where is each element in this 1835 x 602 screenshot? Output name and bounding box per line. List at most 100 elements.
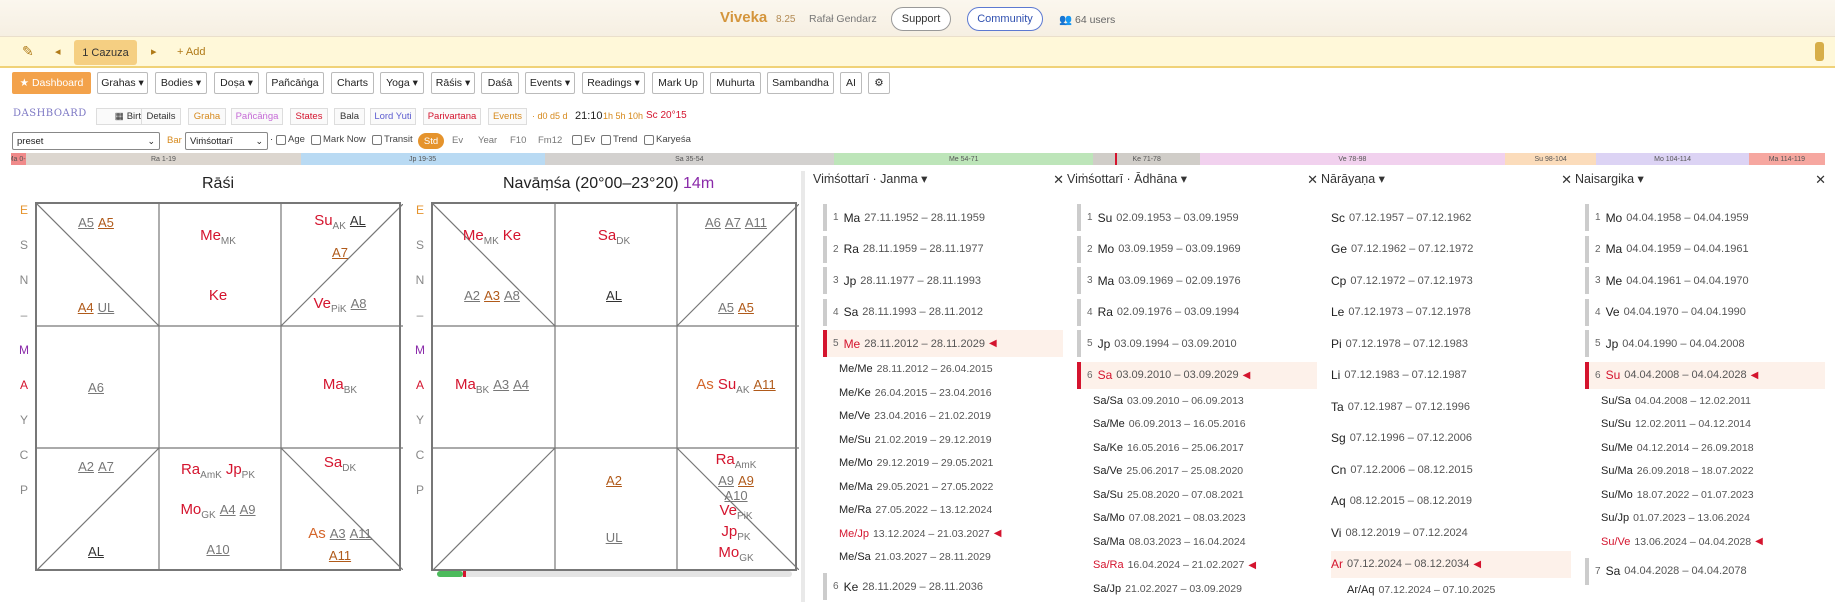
arudha-label[interactable]: A7 bbox=[98, 459, 114, 474]
dasha-column-title[interactable]: Viṁśottarī · Ādhāna ▾ bbox=[1067, 171, 1187, 186]
transit-checkbox[interactable]: Transit bbox=[372, 134, 413, 145]
timeline-segment[interactable]: Ma 0-1 bbox=[11, 153, 27, 165]
arudha-label[interactable]: AL bbox=[350, 213, 366, 228]
planet-label[interactable]: MaBK bbox=[455, 376, 489, 396]
chart-house[interactable] bbox=[433, 448, 555, 570]
events-menu[interactable]: Events ▾ bbox=[525, 72, 575, 94]
timeline-segment[interactable]: Mo 104-114 bbox=[1596, 153, 1749, 165]
arudha-label[interactable]: A11 bbox=[745, 215, 767, 230]
antardasha-row[interactable]: Su/Me 04.12.2014 – 26.09.2018 bbox=[1601, 436, 1754, 459]
planet-label[interactable]: JpPK bbox=[721, 523, 750, 543]
arudha-label[interactable]: A9 bbox=[718, 473, 734, 488]
antardasha-row[interactable]: Me/Ke 26.04.2015 – 23.04.2016 bbox=[839, 381, 992, 404]
planet-label[interactable]: MaBK bbox=[323, 376, 357, 396]
planet-label[interactable]: MeMK bbox=[200, 227, 236, 247]
trend-checkbox[interactable]: Trend bbox=[601, 134, 637, 145]
antardasha-row[interactable]: Me/Ma 29.05.2021 – 27.05.2022 bbox=[839, 475, 993, 498]
navamsa-chart[interactable]: MeMK Ke A2 A3 A8 SaDK AL A6 A7 A11 A5 A5 MaBK A3 A4 As S… bbox=[431, 202, 799, 571]
dasha-column-title[interactable]: Viṁśottarī · Janma ▾ bbox=[813, 171, 927, 186]
arudha-label[interactable]: A4 bbox=[513, 377, 529, 392]
tab-details[interactable]: Details bbox=[141, 108, 181, 125]
close-icon[interactable]: ✕ bbox=[1307, 172, 1318, 188]
dasha-row[interactable]: 4 Ve 04.04.1970 – 04.04.1990 bbox=[1585, 298, 1825, 326]
chart-house[interactable]: As SuAK A11 bbox=[677, 326, 799, 448]
hour-offset-links[interactable]: 1h 5h 10h bbox=[603, 111, 643, 121]
dasha-row[interactable]: Pi 07.12.1978 – 07.12.1983 bbox=[1331, 330, 1571, 357]
antardasha-row[interactable]: Sa/Ve 25.06.2017 – 25.08.2020 bbox=[1093, 460, 1243, 483]
dasha-timeline[interactable]: Ma 0-1Ra 1-19Jp 19-35Sa 35-54Me 54-71Ke … bbox=[11, 153, 1825, 165]
readings-menu[interactable]: Readings ▾ bbox=[582, 72, 645, 94]
dasha-row[interactable]: Ta 07.12.1987 – 07.12.1996 bbox=[1331, 393, 1571, 420]
arudha-label[interactable]: A3 bbox=[484, 288, 500, 303]
dasha-row[interactable]: Le 07.12.1973 – 07.12.1978 bbox=[1331, 299, 1571, 326]
antardasha-row[interactable]: Sa/Ma 08.03.2023 – 16.04.2024 bbox=[1093, 530, 1246, 553]
dasha-row[interactable]: 4 Ra 02.09.1976 – 03.09.1994 bbox=[1077, 298, 1317, 326]
case-tab[interactable]: 1 Cazuza bbox=[74, 40, 137, 65]
arudha-label[interactable]: AL bbox=[88, 544, 104, 559]
dasha-row[interactable]: 2 Mo 03.09.1959 – 03.09.1969 bbox=[1077, 235, 1317, 263]
antardasha-row[interactable]: Ar/Aq 07.12.2024 – 07.10.2025 bbox=[1347, 578, 1495, 601]
chart-house[interactable]: SuAK AL A7 VePiK A8 bbox=[281, 204, 403, 326]
dasha-row[interactable]: 5 Jp 04.04.1990 – 04.04.2008 bbox=[1585, 330, 1825, 357]
arudha-label[interactable]: AL bbox=[606, 288, 622, 303]
chart-house[interactable]: A6 A7 A11 A5 A5 bbox=[677, 204, 799, 326]
ev-checkbox[interactable]: Ev bbox=[572, 134, 595, 145]
antardasha-row[interactable]: Me/Jp 13.12.2024 – 21.03.2027 ◀ bbox=[839, 522, 1001, 545]
arudha-label[interactable]: A11 bbox=[350, 526, 372, 541]
arudha-label[interactable]: A9 bbox=[240, 502, 256, 517]
close-icon[interactable]: ✕ bbox=[1561, 172, 1572, 188]
antardasha-row[interactable]: Me/Ra 27.05.2022 – 13.12.2024 bbox=[839, 499, 992, 522]
close-icon[interactable]: ✕ bbox=[1815, 172, 1826, 188]
yoga-menu[interactable]: Yoga ▾ bbox=[380, 72, 424, 94]
f10-toggle[interactable]: F10 bbox=[510, 135, 526, 146]
rasi-chart[interactable]: A5 A5 A4 UL MeMK Ke SuAK AL A7 VePiK A8 A6 MaBK A2 A7 A… bbox=[35, 202, 403, 571]
antardasha-row[interactable]: Su/Su 12.02.2011 – 04.12.2014 bbox=[1601, 413, 1751, 436]
chart-house[interactable]: SaDK AL bbox=[555, 204, 677, 326]
dasha-row[interactable]: 6 Sa 03.09.2010 – 03.09.2029 ◀ bbox=[1077, 361, 1317, 389]
tab-graha[interactable]: Graha bbox=[188, 108, 226, 125]
add-case-button[interactable]: + Add bbox=[177, 37, 205, 66]
planet-label[interactable]: RaAmK bbox=[181, 461, 222, 481]
chart-house[interactable]: MeMK Ke A2 A3 A8 bbox=[433, 204, 555, 326]
dasha-row[interactable]: 1 Su 02.09.1953 – 03.09.1959 bbox=[1077, 204, 1317, 231]
antardasha-row[interactable]: Sa/Su 25.08.2020 – 07.08.2021 bbox=[1093, 483, 1244, 506]
pancanga-button[interactable]: Pañcāṅga bbox=[266, 72, 324, 94]
dasha-row[interactable]: Li 07.12.1983 – 07.12.1987 bbox=[1331, 362, 1571, 389]
planet-label[interactable]: VePiK bbox=[719, 502, 752, 522]
karyesa-checkbox[interactable]: Karyeśa bbox=[644, 134, 691, 145]
timeline-segment[interactable]: Ke 71-78 bbox=[1093, 153, 1200, 165]
ai-button[interactable]: AI bbox=[840, 72, 862, 94]
markup-button[interactable]: Mark Up bbox=[652, 72, 704, 94]
planet-label[interactable]: Ke bbox=[209, 287, 227, 304]
bodies-menu[interactable]: Bodies ▾ bbox=[155, 72, 207, 94]
arudha-label[interactable]: A2 bbox=[606, 473, 622, 488]
dasha-row[interactable]: Sc 07.12.1957 – 07.12.1962 bbox=[1331, 204, 1571, 231]
arudha-label[interactable]: A10 bbox=[724, 488, 747, 503]
arudha-label[interactable]: A2 bbox=[464, 288, 480, 303]
support-button[interactable]: Support bbox=[891, 7, 951, 31]
dasha-row[interactable]: 2 Ra 28.11.1959 – 28.11.1977 bbox=[823, 235, 1063, 263]
mark-now-checkbox[interactable]: Mark Now bbox=[311, 134, 366, 145]
timeline-segment[interactable]: Ve 78-98 bbox=[1200, 153, 1505, 165]
rasis-menu[interactable]: Rāśis ▾ bbox=[431, 72, 475, 94]
antardasha-row[interactable]: Sa/Jp 21.02.2027 – 03.09.2029 bbox=[1093, 577, 1242, 600]
panel-divider[interactable] bbox=[801, 171, 805, 602]
antardasha-row[interactable]: Me/Ve 23.04.2016 – 21.02.2019 bbox=[839, 405, 991, 428]
planet-label[interactable]: JpPK bbox=[226, 461, 255, 481]
grahas-menu[interactable]: Grahas ▾ bbox=[97, 72, 148, 94]
planet-label[interactable]: SuAK bbox=[718, 376, 750, 396]
dasha-row[interactable]: 3 Ma 03.09.1969 – 02.09.1976 bbox=[1077, 267, 1317, 294]
arudha-label[interactable]: A5 bbox=[98, 215, 114, 230]
antardasha-row[interactable]: Me/Mo 29.12.2019 – 29.05.2021 bbox=[839, 452, 993, 475]
planet-label[interactable]: MoGK bbox=[718, 544, 753, 564]
chart-house[interactable]: RaAmK JpPK MoGK A4 A9 A10 bbox=[159, 448, 281, 570]
dasha-row[interactable]: 5 Me 28.11.2012 – 28.11.2029 ◀ bbox=[823, 330, 1063, 357]
dashboard-button[interactable]: ★ Dashboard bbox=[12, 72, 91, 94]
dasha-row[interactable]: Aq 08.12.2015 – 08.12.2019 bbox=[1331, 488, 1571, 515]
dasha-row[interactable]: Cp 07.12.1972 – 07.12.1973 bbox=[1331, 267, 1571, 294]
tab-bala[interactable]: Bala bbox=[334, 108, 365, 125]
arudha-label[interactable]: A5 bbox=[738, 300, 754, 315]
arudha-label[interactable]: A5 bbox=[78, 215, 94, 230]
antardasha-row[interactable]: Me/Su 21.02.2019 – 29.12.2019 bbox=[839, 428, 992, 451]
std-toggle[interactable]: Std bbox=[418, 133, 444, 149]
